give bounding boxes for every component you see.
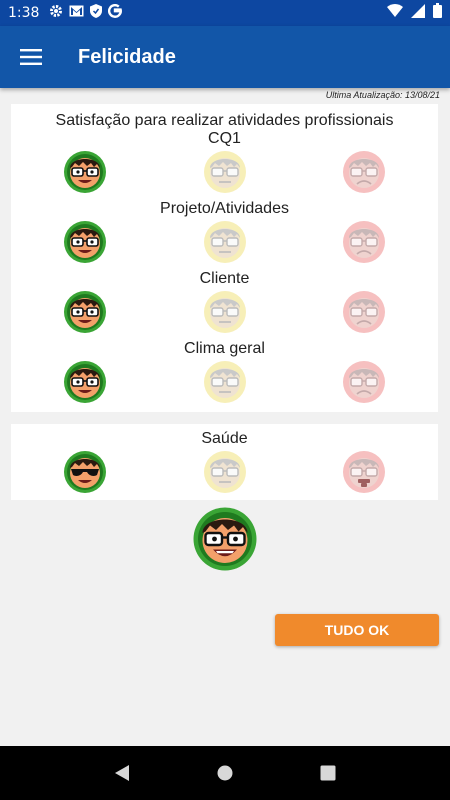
home-icon[interactable] [210, 758, 240, 788]
face-row-cq1 [11, 150, 438, 200]
face-row-projeto [11, 220, 438, 270]
sad-face-icon[interactable] [342, 360, 386, 404]
gear-icon [49, 4, 63, 23]
sick-face-icon[interactable] [342, 450, 386, 494]
signal-icon [411, 3, 425, 23]
cool-face-icon[interactable] [63, 450, 107, 494]
neutral-face-icon[interactable] [202, 360, 247, 404]
shield-icon [90, 3, 103, 23]
happy-face-icon[interactable] [63, 220, 107, 264]
face-row-clima [11, 360, 438, 410]
neutral-face-icon[interactable] [202, 150, 247, 194]
neutral-face-icon[interactable] [202, 450, 247, 494]
row-label-cq1: CQ1 [208, 130, 241, 147]
work-satisfaction-card: Satisfação para realizar atividades prof… [11, 104, 438, 412]
happy-face-icon[interactable] [63, 150, 107, 194]
health-card: Saúde [11, 424, 438, 500]
happy-face-icon[interactable] [63, 290, 107, 334]
google-icon [108, 3, 123, 23]
recents-icon[interactable] [313, 758, 343, 788]
wifi-icon [387, 4, 403, 22]
neutral-face-icon[interactable] [202, 220, 247, 264]
tudo-ok-button[interactable]: TUDO OK [275, 614, 439, 646]
sad-face-icon[interactable] [342, 290, 386, 334]
row-label-clima: Clima geral [184, 340, 265, 357]
row-label-cliente: Cliente [199, 270, 250, 287]
sad-face-icon[interactable] [342, 150, 386, 194]
row-label-projeto: Projeto/Atividades [160, 200, 289, 217]
app-bar: Felicidade [0, 26, 450, 88]
status-bar: 1:38 [0, 0, 450, 26]
overall-happy-face-icon[interactable] [192, 506, 258, 577]
neutral-face-icon[interactable] [202, 290, 247, 334]
face-row-saude [11, 450, 438, 500]
sad-face-icon[interactable] [342, 220, 386, 264]
battery-icon [433, 3, 442, 23]
gmail-icon [69, 4, 84, 22]
system-nav-bar [0, 746, 450, 800]
happy-face-icon[interactable] [63, 360, 107, 404]
card-heading: Satisfação para realizar atividades prof… [55, 112, 394, 129]
face-row-cliente [11, 290, 438, 340]
hamburger-menu-icon[interactable] [0, 26, 62, 88]
row-label-saude: Saúde [201, 430, 248, 447]
status-time: 1:38 [8, 5, 40, 21]
last-update-text: Ultima Atualização: 13/08/21 [325, 90, 440, 100]
back-icon[interactable] [107, 758, 137, 788]
page-title: Felicidade [78, 45, 176, 68]
